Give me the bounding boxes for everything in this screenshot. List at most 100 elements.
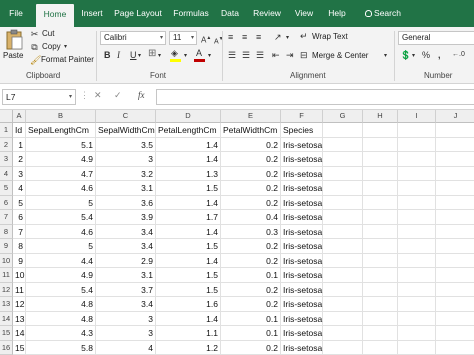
cell-h11[interactable]	[363, 268, 398, 283]
tab-file[interactable]: File	[4, 0, 28, 27]
cell-a6[interactable]: 5	[13, 195, 26, 210]
cell-i14[interactable]	[398, 311, 436, 326]
cell-d8[interactable]: 1.4	[156, 224, 221, 239]
cell-b5[interactable]: 4.6	[26, 181, 96, 196]
cell-g2[interactable]	[323, 137, 363, 152]
cell-a13[interactable]: 12	[13, 297, 26, 312]
cell-d13[interactable]: 1.6	[156, 297, 221, 312]
cell-i6[interactable]	[398, 195, 436, 210]
cell-a16[interactable]: 15	[13, 340, 26, 355]
align-left-icon[interactable]: ☰	[228, 50, 236, 60]
row-header-3[interactable]: 3	[0, 152, 13, 167]
column-header-j[interactable]: J	[436, 110, 474, 123]
cell-j12[interactable]	[436, 283, 474, 297]
cell-h2[interactable]	[363, 137, 398, 152]
cell-d3[interactable]: 1.4	[156, 152, 221, 167]
cell-c1[interactable]: SepalWidthCm	[96, 123, 156, 138]
cell-j1[interactable]	[436, 123, 474, 138]
cell-c11[interactable]: 3.1	[96, 268, 156, 283]
cell-b12[interactable]: 5.4	[26, 282, 96, 297]
cell-a1[interactable]: Id	[13, 123, 26, 138]
cell-e3[interactable]: 0.2	[221, 152, 281, 167]
cell-d15[interactable]: 1.1	[156, 326, 221, 341]
cell-e9[interactable]: 0.2	[221, 239, 281, 254]
comma-style-icon[interactable]: ,	[438, 50, 441, 60]
row-header-1[interactable]: 1	[0, 123, 13, 138]
row-header-4[interactable]: 4	[0, 166, 13, 181]
tab-home[interactable]: Home	[36, 4, 74, 27]
row-header-9[interactable]: 9	[0, 239, 13, 254]
cell-h1[interactable]	[363, 123, 398, 138]
increase-indent-icon[interactable]: ⇥	[286, 50, 294, 60]
align-middle-icon[interactable]: ≡	[242, 32, 247, 42]
cell-b10[interactable]: 4.4	[26, 253, 96, 268]
cell-h9[interactable]	[363, 239, 398, 254]
cell-b11[interactable]: 4.9	[26, 268, 96, 283]
cell-f2[interactable]: Iris-setosa	[281, 137, 323, 152]
cell-e16[interactable]: 0.2	[221, 340, 281, 355]
cell-b2[interactable]: 5.1	[26, 137, 96, 152]
cell-c9[interactable]: 3.4	[96, 239, 156, 254]
cell-e10[interactable]: 0.2	[221, 253, 281, 268]
row-header-14[interactable]: 14	[0, 311, 13, 326]
cell-c15[interactable]: 3	[96, 326, 156, 341]
cell-i15[interactable]	[398, 326, 436, 341]
cell-i16[interactable]	[398, 340, 436, 355]
chevron-down-icon[interactable]: ▾	[286, 33, 289, 43]
cell-i9[interactable]	[398, 239, 436, 254]
wrap-text-button[interactable]: ↵ Wrap Text	[300, 31, 364, 43]
formula-input[interactable]	[156, 89, 474, 105]
cell-a5[interactable]: 4	[13, 181, 26, 196]
number-format-dropdown[interactable]: General	[398, 31, 474, 45]
increase-font-icon[interactable]: A▲	[201, 33, 211, 46]
cell-b8[interactable]: 4.6	[26, 224, 96, 239]
row-header-16[interactable]: 16	[0, 340, 13, 355]
cell-i10[interactable]	[398, 253, 436, 268]
name-box[interactable]: L7 ▾	[2, 89, 76, 105]
cell-d4[interactable]: 1.3	[156, 166, 221, 181]
cell-j6[interactable]	[436, 196, 474, 210]
column-header-a[interactable]: A	[13, 110, 26, 123]
tab-page-layout[interactable]: Page Layout	[112, 0, 164, 27]
cell-g8[interactable]	[323, 224, 363, 239]
fill-color-button[interactable]: ◈	[170, 48, 182, 62]
cell-e15[interactable]: 0.1	[221, 326, 281, 341]
cell-g7[interactable]	[323, 210, 363, 225]
cell-g11[interactable]	[323, 268, 363, 283]
cell-j9[interactable]	[436, 239, 474, 254]
cell-c7[interactable]: 3.9	[96, 210, 156, 225]
row-header-7[interactable]: 7	[0, 210, 13, 225]
cell-j15[interactable]	[436, 326, 474, 341]
bold-button[interactable]: B	[104, 50, 111, 60]
cell-f3[interactable]: Iris-setosa	[281, 152, 323, 167]
font-name-dropdown[interactable]: Calibri ▾	[100, 31, 166, 45]
cut-button[interactable]: ✂ Cut	[30, 29, 70, 40]
cell-c2[interactable]: 3.5	[96, 137, 156, 152]
cell-h10[interactable]	[363, 253, 398, 268]
cell-f1[interactable]: Species	[281, 123, 323, 138]
cell-g4[interactable]	[323, 166, 363, 181]
row-header-12[interactable]: 12	[0, 282, 13, 297]
cell-g15[interactable]	[323, 326, 363, 341]
cell-b7[interactable]: 5.4	[26, 210, 96, 225]
row-header-6[interactable]: 6	[0, 195, 13, 210]
cell-c3[interactable]: 3	[96, 152, 156, 167]
cell-h6[interactable]	[363, 195, 398, 210]
cell-c8[interactable]: 3.4	[96, 224, 156, 239]
cell-j10[interactable]	[436, 254, 474, 268]
cell-d5[interactable]: 1.5	[156, 181, 221, 196]
cell-i4[interactable]	[398, 166, 436, 181]
chevron-down-icon[interactable]: ▾	[184, 51, 187, 61]
tab-insert[interactable]: Insert	[78, 0, 106, 27]
cell-d2[interactable]: 1.4	[156, 137, 221, 152]
cell-g14[interactable]	[323, 311, 363, 326]
cell-f8[interactable]: Iris-setosa	[281, 224, 323, 239]
cell-i11[interactable]	[398, 268, 436, 283]
cell-e12[interactable]: 0.2	[221, 282, 281, 297]
italic-button[interactable]: I	[117, 50, 120, 60]
cell-c16[interactable]: 4	[96, 340, 156, 355]
cell-e1[interactable]: PetalWidthCm	[221, 123, 281, 138]
cell-d6[interactable]: 1.4	[156, 195, 221, 210]
copy-button[interactable]: ⧉ Copy ▾	[30, 42, 70, 53]
tab-formulas[interactable]: Formulas	[170, 0, 212, 27]
